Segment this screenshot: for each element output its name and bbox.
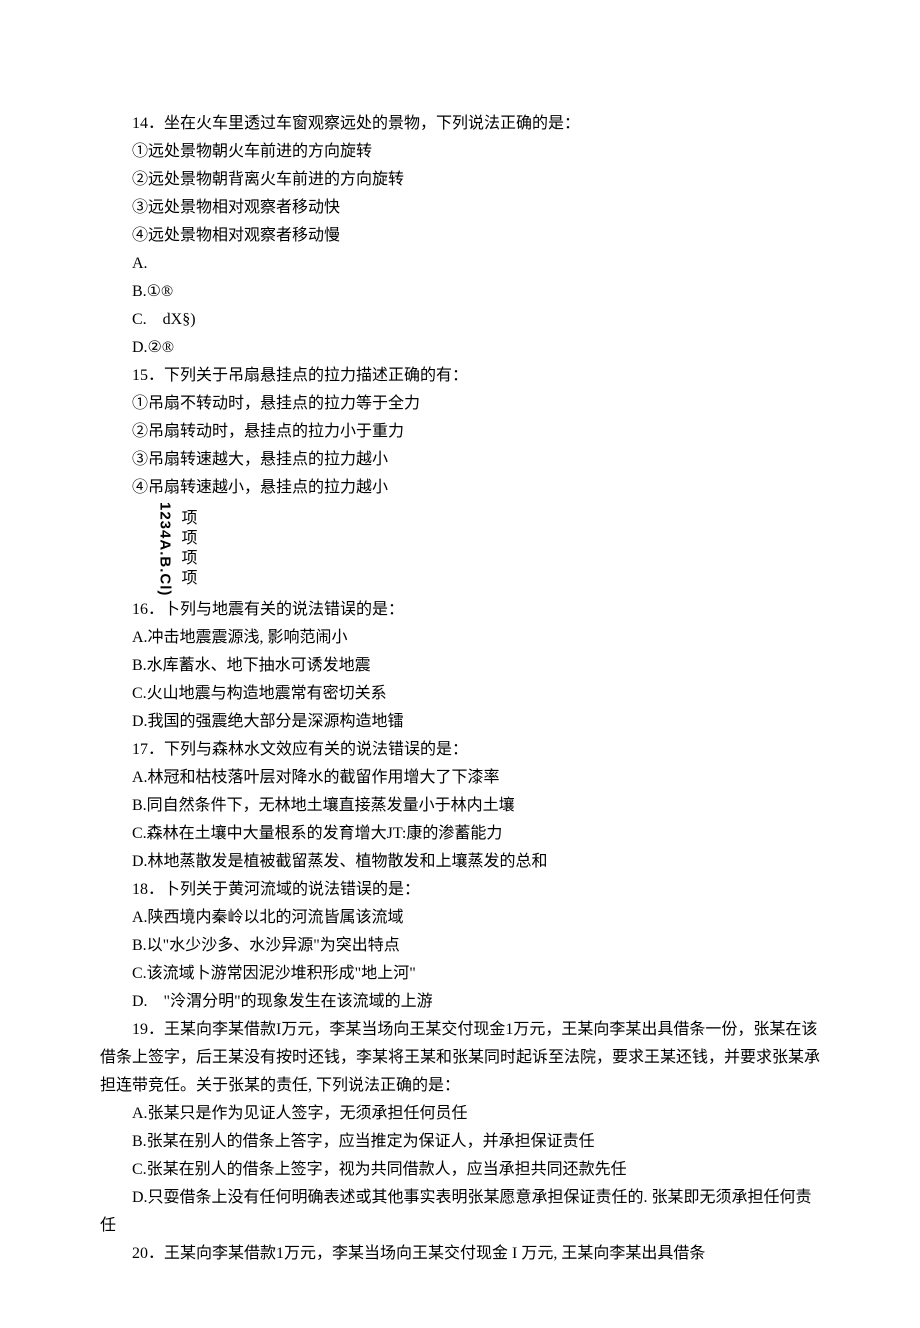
q18-opt-c: C.该流域卜游常因泥沙堆积形成"地上河" xyxy=(100,960,820,988)
q16-opt-b: B.水库蓄水、地下抽水可诱发地震 xyxy=(100,652,820,680)
q14-s2: ②远处景物朝背离火车前进的方向旋转 xyxy=(100,166,820,194)
q18-num: 18 xyxy=(132,881,148,898)
q15-s2: ②吊扇转动时，悬挂点的拉力小于重力 xyxy=(100,418,820,446)
q19-num: 19 xyxy=(132,1021,148,1038)
q16-num: 16 xyxy=(132,601,148,618)
q15-v1: 项 xyxy=(181,509,197,529)
q17-opt-c: C.森林在土壤中大量根系的发育增大JT:康的渗蓄能力 xyxy=(100,820,820,848)
q17-stem-text: ．下列与森林水文效应有关的说法错误的是： xyxy=(148,741,468,758)
q15-stem-text: ．下列关于吊扇悬挂点的拉力描述正确的有： xyxy=(148,367,468,384)
q15-s3: ③吊扇转速越大，悬挂点的拉力越小 xyxy=(100,446,820,474)
q17-stem: 17．下列与森林水文效应有关的说法错误的是： xyxy=(100,736,820,764)
q15-s4: ④吊扇转速越小，悬挂点的拉力越小 xyxy=(100,474,820,502)
q17-num: 17 xyxy=(132,741,148,758)
q14-stem-text: ．坐在火车里透过车窗观察远处的景物，下列说法正确的是： xyxy=(148,115,580,132)
q18-opt-d: D. "泠渭分明"的现象发生在该流域的上游 xyxy=(100,988,820,1016)
q14-s1: ①远处景物朝火车前进的方向旋转 xyxy=(100,138,820,166)
q14-stem: 14．坐在火车里透过车窗观察远处的景物，下列说法正确的是： xyxy=(100,110,820,138)
q18-opt-a: A.陕西境内秦岭以北的河流皆属该流域 xyxy=(100,904,820,932)
q18-stem-text: ．卜列关于黄河流域的说法错误的是： xyxy=(148,881,420,898)
q14-opt-d: D.②® xyxy=(100,334,820,362)
q15-vertical-label: 1234A.B.Cl) xyxy=(151,502,177,596)
q18-stem: 18．卜列关于黄河流域的说法错误的是： xyxy=(100,876,820,904)
q19-stem-line1: 19．王某向李某借款I万元，李某当场向王某交付现金1万元，王某向李某出具借条一份… xyxy=(100,1016,820,1100)
q14-num: 14 xyxy=(132,115,148,132)
q16-stem: 16．卜列与地震有关的说法错误的是： xyxy=(100,596,820,624)
q15-num: 15 xyxy=(132,367,148,384)
q18-opt-b: B.以"水少沙多、水沙异源"为突出特点 xyxy=(100,932,820,960)
q14-opt-c: C. dX§) xyxy=(100,306,820,334)
q15-stem: 15．下列关于吊扇悬挂点的拉力描述正确的有： xyxy=(100,362,820,390)
q14-s3: ③远处景物相对观察者移动快 xyxy=(100,194,820,222)
q20-num: 20 xyxy=(132,1245,148,1262)
q19-opt-c: C.张某在别人的借条上签字，视为共同借款人，应当承担共同还款先任 xyxy=(100,1156,820,1184)
q15-options-block: 1234A.B.Cl) 项 项 项 项 xyxy=(151,502,820,596)
q16-opt-c: C.火山地震与构造地震常有密切关系 xyxy=(100,680,820,708)
q17-opt-a: A.林冠和枯枝落叶层对降水的截留作用增大了下漆率 xyxy=(100,764,820,792)
q19-opt-d: D.只耍借条上没有任何明确表述或其他事实表明张某愿意承担保证责任的. 张某即无须… xyxy=(100,1184,820,1240)
q20-stem: 20．王某向李某借款1万元，李某当场向王某交付现金 I 万元, 王某向李某出具借… xyxy=(100,1240,820,1268)
q15-vertical-items: 项 项 项 项 xyxy=(181,509,197,589)
document-page: 14．坐在火车里透过车窗观察远处的景物，下列说法正确的是： ①远处景物朝火车前进… xyxy=(0,0,920,1328)
q15-v3: 项 xyxy=(181,549,197,569)
q15-v2: 项 xyxy=(181,529,197,549)
q20-stem-text: ．王某向李某借款1万元，李某当场向王某交付现金 I 万元, 王某向李某出具借条 xyxy=(148,1245,705,1262)
q16-opt-a: A.冲击地震震源浅, 影响范闹小 xyxy=(100,624,820,652)
q14-opt-a: A. xyxy=(100,250,820,278)
q17-opt-b: B.同自然条件下，无林地土壤直接蒸发量小于林内土壤 xyxy=(100,792,820,820)
q14-opt-b: B.①® xyxy=(100,278,820,306)
q15-v4: 项 xyxy=(181,569,197,589)
q16-opt-d: D.我国的强震绝大部分是深源构造地镭 xyxy=(100,708,820,736)
q19-opt-a: A.张某只是作为见证人签字，无须承担任何员任 xyxy=(100,1100,820,1128)
q17-opt-d: D.林地蒸散发是植被截留蒸发、植物散发和上壤蒸发的总和 xyxy=(100,848,820,876)
q19-stem-text: ．王某向李某借款I万元，李某当场向王某交付现金1万元，王某向李某出具借条一份，张… xyxy=(100,1021,820,1094)
q15-s1: ①吊扇不转动时，悬挂点的拉力等于全力 xyxy=(100,390,820,418)
q14-s4: ④远处景物相对观察者移动慢 xyxy=(100,222,820,250)
q16-stem-text: ．卜列与地震有关的说法错误的是： xyxy=(148,601,404,618)
q19-opt-b: B.张某在别人的借条上答字，应当推定为保证人，并承担保证责任 xyxy=(100,1128,820,1156)
